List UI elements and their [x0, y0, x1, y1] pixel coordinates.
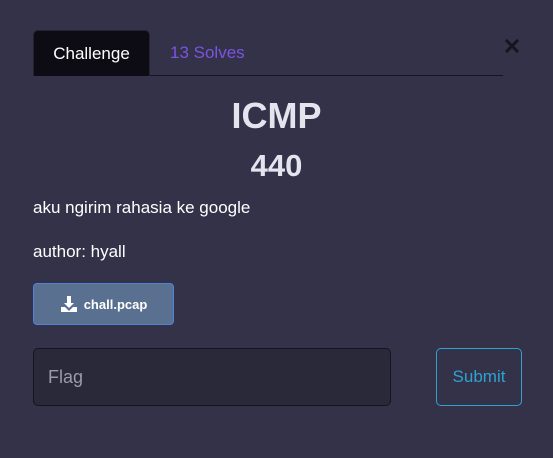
- submit-button[interactable]: Submit: [436, 348, 522, 406]
- download-file-button[interactable]: chall.pcap: [33, 283, 174, 325]
- tab-solves[interactable]: 13 Solves: [170, 30, 245, 76]
- flag-input[interactable]: [33, 348, 391, 406]
- close-button[interactable]: [500, 34, 524, 58]
- challenge-tabs: Challenge 13 Solves: [33, 30, 503, 76]
- challenge-author: author: hyall: [33, 242, 126, 261]
- challenge-title: ICMP: [231, 95, 322, 136]
- challenge-points: 440: [250, 148, 303, 183]
- tab-challenge[interactable]: Challenge: [33, 30, 150, 76]
- file-name: chall.pcap: [83, 296, 148, 312]
- close-icon: [505, 39, 519, 53]
- challenge-description: aku ngirim rahasia ke google: [33, 198, 251, 217]
- download-icon: [60, 296, 77, 312]
